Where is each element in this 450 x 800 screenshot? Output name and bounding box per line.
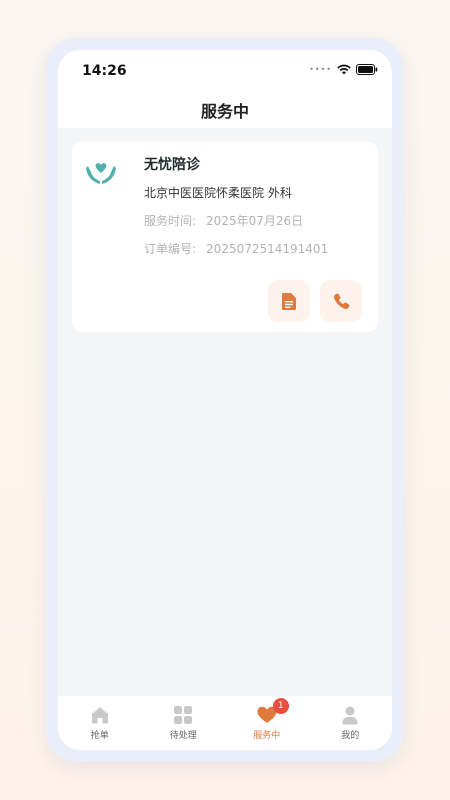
- battery-icon: [356, 64, 378, 75]
- service-order-card[interactable]: 无忧陪诊 北京中医医院怀柔医院 外科 服务时间: 2025年07月26日 订单编号…: [72, 142, 378, 332]
- service-name: 无忧陪诊: [144, 157, 200, 173]
- status-time: 14:26: [82, 63, 127, 79]
- tab-pending[interactable]: 待处理: [142, 696, 226, 750]
- signal-icon: ••••: [309, 65, 332, 74]
- service-time-label: 服务时间:: [144, 214, 197, 228]
- tab-label: 抢单: [90, 731, 109, 741]
- service-time-row: 服务时间: 2025年07月26日: [144, 212, 303, 229]
- tab-grab-order[interactable]: 抢单: [58, 696, 142, 750]
- tab-label: 服务中: [253, 731, 281, 741]
- tab-label: 我的: [341, 731, 360, 741]
- app-screen: 14:26 •••• 服务中 无忧陪诊 北京中医医院怀柔医院 外科 服务时间: 2…: [58, 50, 392, 750]
- document-icon: [282, 292, 296, 310]
- status-icons: ••••: [309, 64, 378, 75]
- caring-hands-heart-icon: [86, 163, 116, 184]
- service-time-value: 2025年07月26日: [206, 214, 304, 228]
- tab-mine[interactable]: 我的: [309, 696, 393, 750]
- home-icon: [89, 704, 111, 726]
- order-number-row: 订单编号: 2025072514191401: [144, 240, 328, 257]
- person-icon: [339, 704, 361, 726]
- wifi-icon: [337, 64, 351, 75]
- tab-label: 待处理: [169, 731, 197, 741]
- notification-badge: 1: [272, 698, 289, 714]
- order-number-label: 订单编号:: [144, 242, 197, 256]
- bottom-tab-bar: 抢单 待处理 1 服务中 我的: [58, 696, 392, 750]
- grid-icon: [172, 704, 194, 726]
- top-bar: 14:26 •••• 服务中: [58, 50, 392, 128]
- call-button[interactable]: [320, 280, 362, 322]
- phone-icon: [333, 293, 349, 309]
- document-button[interactable]: [268, 280, 310, 322]
- tab-in-service[interactable]: 1 服务中: [225, 696, 309, 750]
- hospital-department: 北京中医医院怀柔医院 外科: [144, 186, 292, 200]
- page-title: 服务中: [200, 102, 249, 121]
- order-number-value: 2025072514191401: [206, 242, 329, 256]
